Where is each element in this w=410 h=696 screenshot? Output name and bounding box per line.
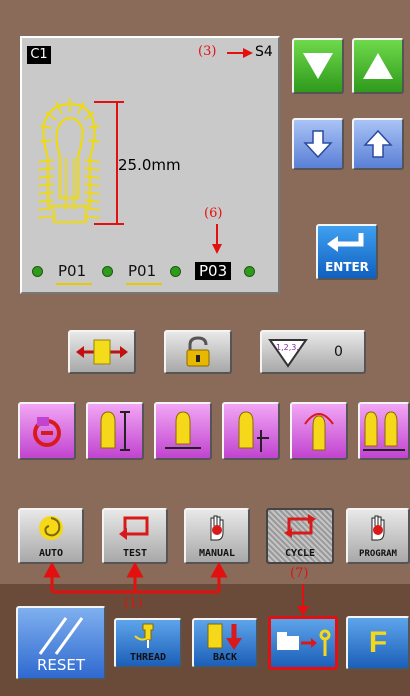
program-hand-icon xyxy=(371,515,385,541)
arrow-down-icon xyxy=(297,584,309,616)
scroll-down-button[interactable] xyxy=(292,38,344,94)
arrow-right-icon xyxy=(227,48,253,58)
counter-value: 0 xyxy=(334,344,343,360)
program-mode-button[interactable]: PROGRAM xyxy=(346,508,410,564)
threading-icon xyxy=(134,623,154,648)
manual-mode-button[interactable]: MANUAL xyxy=(184,508,250,564)
manual-label: MANUAL xyxy=(198,548,236,559)
lock-button[interactable] xyxy=(164,330,232,374)
back-button[interactable]: BACK xyxy=(192,618,258,668)
pattern-tag-selected[interactable]: P03 xyxy=(195,262,232,280)
pattern-underline xyxy=(56,283,92,285)
pattern-underline xyxy=(126,283,162,285)
svg-text:1,2,3..: 1,2,3.. xyxy=(276,343,301,352)
cycle-label: CYCLE xyxy=(284,548,316,559)
page-down-button[interactable] xyxy=(292,118,344,170)
pattern-tag-2[interactable]: P01 xyxy=(128,262,156,280)
enter-icon xyxy=(327,233,364,252)
unlock-icon xyxy=(186,336,210,367)
length-setting-button[interactable] xyxy=(86,402,144,460)
annotation-7: (7) xyxy=(290,566,309,581)
test-loop-icon xyxy=(119,516,149,540)
next-icon xyxy=(102,266,113,277)
auto-swirl-icon xyxy=(39,516,63,540)
thread-button[interactable]: THREAD xyxy=(114,618,182,668)
annotation-connector xyxy=(43,562,228,594)
cut-space-icon xyxy=(238,411,269,452)
reset-label: RESET xyxy=(36,656,86,674)
thread-label: THREAD xyxy=(129,652,167,663)
arrow-down-icon xyxy=(212,224,222,254)
next-icon xyxy=(244,266,255,277)
reset-slash-icon xyxy=(38,617,84,655)
width-adjust-button[interactable] xyxy=(68,330,136,374)
cut-space-button[interactable] xyxy=(222,402,280,460)
page-up-button[interactable] xyxy=(352,118,404,170)
auto-label: AUTO xyxy=(38,548,64,559)
stitch-label: S4 xyxy=(255,44,273,60)
winder-button[interactable] xyxy=(268,616,338,670)
program-label: PROGRAM xyxy=(359,549,397,559)
double-buttonhole-icon xyxy=(363,411,405,451)
scroll-up-button[interactable] xyxy=(352,38,404,94)
enter-button[interactable]: ENTER xyxy=(316,224,378,280)
width-arrows-icon xyxy=(76,339,128,365)
counter-triangle-icon: 1,2,3.. xyxy=(268,339,308,368)
eyelet-icon xyxy=(304,413,334,451)
back-down-icon xyxy=(207,623,242,650)
pattern-preview-panel: C1 (3) S4 25.0mm (6) P01 P01 P03 xyxy=(20,36,280,294)
triangle-down-icon xyxy=(303,53,333,79)
arrow-up-outline-icon xyxy=(363,129,393,158)
cycle-loop-icon xyxy=(284,514,316,538)
buttonhole-pattern-icon xyxy=(37,98,124,225)
buttonhole-length-icon xyxy=(100,411,130,451)
test-mode-button[interactable]: TEST xyxy=(102,508,168,564)
annotation-3: (3) xyxy=(198,44,217,59)
origin-return-button[interactable] xyxy=(18,402,76,460)
next-icon xyxy=(170,266,181,277)
bobbin-winder-icon xyxy=(277,629,331,656)
bartack-icon xyxy=(165,411,201,449)
length-label: 25.0mm xyxy=(118,156,181,174)
test-label: TEST xyxy=(122,548,148,559)
auto-mode-button[interactable]: AUTO xyxy=(18,508,84,564)
reset-button[interactable]: RESET xyxy=(16,606,106,680)
cycle-mode-button[interactable]: CYCLE xyxy=(266,508,334,564)
code-badge: C1 xyxy=(27,46,51,64)
double-pattern-button[interactable] xyxy=(358,402,410,460)
eyelet-setting-button[interactable] xyxy=(290,402,348,460)
annotation-6: (6) xyxy=(204,206,223,221)
next-icon xyxy=(32,266,43,277)
manual-hand-icon xyxy=(210,515,224,541)
back-label: BACK xyxy=(212,652,238,663)
arrow-down-outline-icon xyxy=(303,130,333,159)
f-function-button[interactable]: F xyxy=(346,616,410,670)
enter-label: ENTER xyxy=(325,260,369,274)
pattern-tag-1[interactable]: P01 xyxy=(58,262,86,280)
bartack-setting-button[interactable] xyxy=(154,402,212,460)
return-origin-icon xyxy=(33,417,61,447)
annotation-1: (1) xyxy=(124,596,143,611)
triangle-up-icon xyxy=(363,53,393,79)
f-label: F xyxy=(368,626,388,659)
counter-button[interactable]: 1,2,3.. 0 xyxy=(260,330,366,374)
